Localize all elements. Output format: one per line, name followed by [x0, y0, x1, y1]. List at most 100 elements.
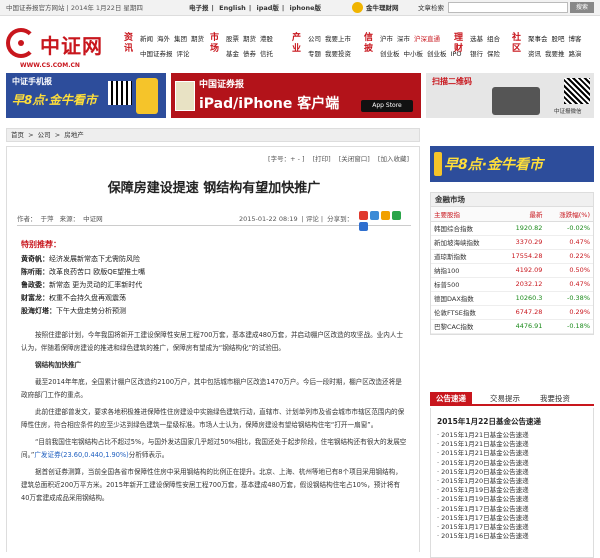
nav-link[interactable]: 选基 — [470, 35, 483, 43]
notice-item[interactable]: · 2015年1月21日基金公告速递 — [435, 449, 589, 458]
notice-item[interactable]: · 2015年1月17日基金公告速递 — [435, 514, 589, 523]
renren-icon[interactable] — [392, 211, 401, 220]
notice-item[interactable]: · 2015年1月19日基金公告速递 — [435, 495, 589, 504]
market-row[interactable]: 伦敦FTSE指数 6747.28 0.29% — [431, 305, 593, 320]
sidebar-ad[interactable]: 早8点·金牛看市 — [430, 146, 594, 182]
notice-item[interactable]: · 2015年1月16日基金公告速递 — [435, 532, 589, 541]
notice-title[interactable]: 2015年1月22日基金公告速递 — [437, 416, 589, 427]
search-button[interactable]: 搜索 — [570, 2, 594, 13]
index-name[interactable]: 标普500 — [431, 277, 498, 292]
notice-item[interactable]: · 2015年1月21日基金公告速递 — [435, 431, 589, 440]
tab-invest[interactable]: 我要投资 — [534, 392, 576, 406]
notice-item[interactable]: · 2015年1月20日基金公告速递 — [435, 477, 589, 486]
crumb-home[interactable]: 首页 — [11, 131, 24, 139]
index-name[interactable]: 伦敦FTSE指数 — [431, 305, 498, 320]
nav-link[interactable]: 资讯 — [528, 50, 541, 58]
nav-link[interactable]: 我要上市 — [325, 35, 351, 43]
nav-link[interactable]: 聚事会 — [528, 35, 548, 43]
nav-link[interactable]: 路演 — [569, 50, 582, 58]
tab-trade-tips[interactable]: 交易提示 — [484, 392, 526, 406]
search-input[interactable] — [448, 2, 568, 13]
stock-link[interactable]: 广发证券 — [34, 451, 60, 459]
market-row[interactable]: 纳指100 4192.09 0.50% — [431, 263, 593, 278]
nav-link[interactable]: 创业板 — [380, 50, 400, 58]
nav-cat[interactable]: 市场 — [210, 33, 223, 55]
nav-link[interactable]: 期货 — [243, 35, 256, 43]
nav-link[interactable]: 深市 — [397, 35, 410, 43]
nav-link[interactable]: 保险 — [487, 50, 500, 58]
nav-link[interactable]: 创业板 — [427, 50, 447, 58]
close-window-button[interactable]: [关闭窗口] — [339, 155, 370, 163]
notice-item[interactable]: · 2015年1月20日基金公告速递 — [435, 468, 589, 477]
nav-cat[interactable]: 理财 — [454, 33, 467, 55]
favorite-button[interactable]: [加入收藏] — [378, 155, 409, 163]
index-name[interactable]: 新加坡海峡指数 — [431, 235, 498, 250]
nav-cat[interactable]: 社区 — [512, 33, 525, 55]
nav-link[interactable]: 基金 — [226, 50, 239, 58]
rec-item[interactable]: 鲁政委：新常态 更为灵动的汇率新时代 — [21, 279, 401, 292]
mobile-news-ad[interactable]: 中证手机报 早8点·金牛看市 — [6, 73, 166, 118]
nav-link[interactable]: 中小板 — [404, 50, 424, 58]
market-row[interactable]: 新加坡海峡指数 3370.29 0.47% — [431, 235, 593, 250]
nav-cat[interactable]: 信披 — [364, 33, 377, 55]
market-row[interactable]: 道琼斯指数 17554.28 0.22% — [431, 249, 593, 264]
tqq-icon[interactable] — [381, 211, 390, 220]
nav-link[interactable]: 专题 — [308, 50, 321, 58]
market-row[interactable]: 韩国综合指数 1920.82 -0.02% — [431, 221, 593, 236]
market-row[interactable]: 德国DAX指数 10260.3 -0.38% — [431, 291, 593, 306]
notice-item[interactable]: · 2015年1月17日基金公告速递 — [435, 505, 589, 514]
comment-link[interactable]: | 评论 | — [302, 215, 324, 223]
ipad-app-ad[interactable]: 中国证券报 iPad/iPhone 客户端 App Store — [171, 73, 421, 118]
index-name[interactable]: 巴黎CAC指数 — [431, 319, 498, 334]
index-name[interactable]: 德国DAX指数 — [431, 291, 498, 306]
nav-cat[interactable]: 产业 — [292, 33, 305, 55]
more-share-icon[interactable] — [359, 222, 368, 231]
rec-item[interactable]: 黄奇帆：经济发展新常态下尤需防风险 — [21, 253, 401, 266]
jinniu-link[interactable]: 金牛理财网 — [352, 2, 399, 14]
nav-link[interactable]: 海外 — [157, 35, 170, 43]
index-name[interactable]: 韩国综合指数 — [431, 221, 498, 236]
market-row[interactable]: 巴黎CAC指数 4476.91 -0.18% — [431, 319, 593, 334]
crumb-realestate[interactable]: 房地产 — [64, 131, 84, 139]
rec-item[interactable]: 财富龙：权重不会持久盘再观震荡 — [21, 292, 401, 305]
nav-link[interactable]: 博客 — [569, 35, 582, 43]
font-size-control[interactable]: [字号：+ - ] — [268, 155, 305, 163]
rec-item[interactable]: 股海灯塔：下午大盘走势分析预测 — [21, 305, 401, 318]
tab-notices[interactable]: 公告速递 — [430, 392, 472, 406]
crumb-company[interactable]: 公司 — [38, 131, 51, 139]
link-ipad[interactable]: ipad版 — [256, 4, 278, 12]
nav-link[interactable]: 银行 — [470, 50, 483, 58]
nav-link[interactable]: 股吧 — [552, 35, 565, 43]
link-english[interactable]: English — [219, 4, 246, 12]
rec-item[interactable]: 陈听雨：改革良药苦口 欧版QE望推土嘴 — [21, 266, 401, 279]
app-store-badge[interactable]: App Store — [361, 100, 413, 112]
nav-link[interactable]: 债券 — [243, 50, 256, 58]
nav-link[interactable]: 公司 — [308, 35, 321, 43]
link-iphone[interactable]: iphone版 — [290, 4, 322, 12]
nav-link[interactable]: 股票 — [226, 35, 239, 43]
wechat-ad[interactable]: 扫描二维码 中证报微信 — [426, 73, 594, 118]
index-name[interactable]: 道琼斯指数 — [431, 249, 498, 264]
market-row[interactable]: 标普500 2032.12 0.47% — [431, 277, 593, 292]
print-button[interactable]: [打印] — [313, 155, 331, 163]
nav-link[interactable]: 评论 — [177, 50, 190, 58]
notice-item[interactable]: · 2015年1月20日基金公告速递 — [435, 459, 589, 468]
index-name[interactable]: 纳指100 — [431, 263, 498, 278]
nav-link[interactable]: 集团 — [174, 35, 187, 43]
nav-link[interactable]: 期货 — [191, 35, 204, 43]
nav-link[interactable]: 新闻 — [140, 35, 153, 43]
site-logo[interactable]: 中证网 WWW.CS.COM.CN — [6, 22, 118, 72]
nav-link[interactable]: 港股 — [260, 35, 273, 43]
qzone-icon[interactable] — [370, 211, 379, 220]
nav-link[interactable]: 我要投资 — [325, 50, 351, 58]
link-epaper[interactable]: 电子报 — [189, 4, 209, 12]
nav-link[interactable]: 中国证券报 — [140, 50, 173, 58]
nav-link[interactable]: 沪市 — [380, 35, 393, 43]
nav-link[interactable]: 信托 — [260, 50, 273, 58]
nav-link[interactable]: 我要推 — [545, 50, 565, 58]
weibo-icon[interactable] — [359, 211, 368, 220]
notice-item[interactable]: · 2015年1月17日基金公告速递 — [435, 523, 589, 532]
nav-link[interactable]: 沪深直通 — [414, 35, 440, 43]
nav-link[interactable]: 组合 — [487, 35, 500, 43]
nav-cat[interactable]: 资讯 — [124, 33, 137, 55]
